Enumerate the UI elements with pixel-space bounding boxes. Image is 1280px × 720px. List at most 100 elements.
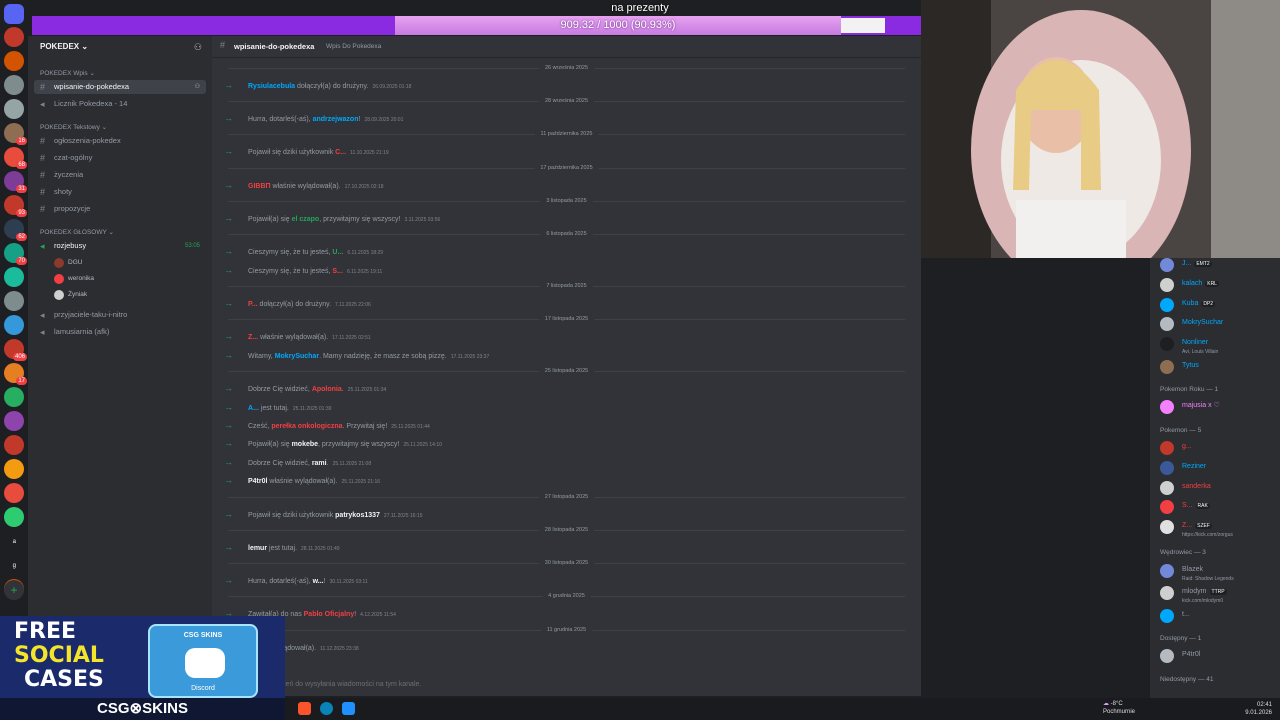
system-clock[interactable]: 02:41 9.01.2026 (1245, 701, 1272, 717)
server-icon[interactable] (4, 435, 24, 455)
server-icon[interactable] (4, 483, 24, 503)
system-message[interactable]: → Hurra, dotarleś(-aś), w...! 30.11.2025 0… (224, 574, 368, 586)
system-message[interactable]: → Pojawił się dziki użytkownik C... 11.10.… (224, 145, 389, 157)
channel-licznik-pokedexa[interactable]: ◂ Licznik Pokedexa - 14 (34, 97, 206, 111)
member-item[interactable]: g... (1160, 440, 1192, 455)
voice-channel-przyjaciele[interactable]: ◂ przyjaciele-taku-i-nitro (34, 308, 206, 322)
voice-user[interactable]: DGU (54, 257, 82, 269)
username-link[interactable]: mokebe (292, 441, 318, 448)
server-icon[interactable] (4, 315, 24, 335)
category-tekstowy[interactable]: POKEDEX Tekstowy ⌄ (40, 123, 107, 131)
channel-shoty[interactable]: # shoty (34, 185, 206, 199)
system-message[interactable]: → Cieszymy się, że tu jesteś, S... 6.11.20… (224, 264, 382, 276)
category-wpis[interactable]: POKEDEX Wpis ⌄ (40, 69, 95, 77)
server-icon[interactable]: 70 (4, 243, 27, 265)
voice-channel-rozjebusy[interactable]: ◂ rozjebusy 53:05 (34, 239, 206, 253)
server-icon[interactable] (4, 411, 24, 431)
member-item[interactable]: P4tr0l (1160, 649, 1200, 664)
system-message[interactable]: → Hurra, dotarleś(-aś), andrzejwazon! 28.0… (224, 112, 403, 124)
edge-browser-icon[interactable] (320, 702, 333, 715)
system-message[interactable]: → Witamy, MokrySuchar. Mamy nadzieję, że … (224, 349, 489, 361)
username-link[interactable]: el czapo (292, 216, 320, 223)
username-link[interactable]: perełka onkologiczna (271, 423, 342, 430)
username-link[interactable]: A... (248, 405, 259, 412)
invite-member-icon[interactable]: ⚇ (194, 42, 202, 53)
server-icon[interactable]: 406 (4, 339, 27, 361)
system-message[interactable]: → P... dołączył(a) do drużyny. 7.11.2025 2… (224, 297, 371, 309)
member-item[interactable]: sanderka (1160, 480, 1211, 495)
discord-home-icon[interactable] (4, 4, 24, 24)
username-link[interactable]: Rysiulacebula (248, 83, 295, 90)
username-link[interactable]: S... (332, 268, 343, 275)
member-item[interactable]: S... RAK (1160, 500, 1210, 515)
server-icon[interactable] (4, 51, 24, 71)
server-icon[interactable] (4, 267, 24, 287)
server-icon[interactable]: 31 (4, 171, 27, 193)
username-link[interactable]: Pablo Oficjalny (304, 611, 355, 618)
member-item[interactable]: t... (1160, 608, 1190, 623)
member-item[interactable]: mlodym TTRP kick.com/mlodym0 (1160, 586, 1227, 605)
username-link[interactable]: rami (312, 460, 327, 467)
channel-czat-ogolny[interactable]: # czat-ogólny (34, 151, 206, 165)
username-link[interactable]: P... (248, 301, 258, 308)
system-message[interactable]: → P4tr0l właśnie wylądował(a). 25.11.2025 … (224, 474, 380, 486)
channel-ogloszenia-pokedex[interactable]: # ogłoszenia-pokedex (34, 134, 206, 148)
member-item[interactable]: Kuba DP2 (1160, 297, 1216, 312)
channel-wpisanie-do-pokedexa[interactable]: # wpisanie-do-pokedexa ⚇ (34, 80, 206, 94)
voice-channel-lamusiarnia[interactable]: ◂ lamusiarnia (afk) (34, 325, 206, 339)
member-item[interactable]: Z... SZEF https://kick.com/zorgus (1160, 520, 1233, 539)
server-icon[interactable] (4, 459, 24, 479)
username-link[interactable]: Z... (248, 334, 258, 341)
system-message[interactable]: → Pojawił(a) się mokebe, przywitajmy się … (224, 437, 442, 449)
member-item[interactable]: J... EMT2 (1160, 258, 1212, 272)
system-message[interactable]: → Pojawił się dziki użytkownik patrykos13… (224, 508, 422, 520)
member-item[interactable]: MokrySuchar (1160, 317, 1223, 332)
server-icon[interactable]: a (4, 531, 24, 551)
channel-zyczenia[interactable]: # życzenia (34, 168, 206, 182)
system-message[interactable]: → Pojawił(a) się el czapo, przywitajmy si… (224, 212, 440, 224)
member-item[interactable]: majusia x ♡ (1160, 400, 1220, 415)
category-glosowy[interactable]: POKEDEX GŁOSOWY ⌄ (40, 228, 114, 236)
member-item[interactable]: Tytus (1160, 359, 1199, 374)
server-icon[interactable]: 62 (4, 219, 27, 241)
username-link[interactable]: Apolonia (312, 386, 342, 393)
member-item[interactable]: Nonliner Avi, Louis Villain (1160, 337, 1218, 356)
server-icon[interactable]: g (4, 555, 24, 575)
add-server-icon[interactable]: + (4, 580, 24, 600)
username-link[interactable]: GIBBΠ (248, 183, 271, 190)
username-link[interactable]: U... (332, 249, 343, 256)
member-item[interactable]: Reziner (1160, 460, 1206, 475)
username-link[interactable]: patrykos1337 (335, 512, 380, 519)
system-message[interactable]: → lemur jest tutaj. 28.11.2025 01:49 (224, 541, 340, 553)
weather-widget[interactable]: ☁ -8°C Pochmurnie (1103, 700, 1135, 716)
system-message[interactable]: → Rysiulacebula dołączył(a) do drużyny. 26… (224, 79, 411, 91)
username-link[interactable]: C... (335, 149, 346, 156)
brave-browser-icon[interactable] (298, 702, 311, 715)
server-icon[interactable] (4, 99, 24, 119)
notepad-icon[interactable] (342, 702, 355, 715)
server-icon[interactable] (4, 75, 24, 95)
system-message[interactable]: → A... jest tutaj. 25.11.2025 01:39 (224, 401, 331, 413)
add-member-icon[interactable]: ⚇ (195, 80, 200, 94)
username-link[interactable]: lemur (248, 545, 267, 552)
system-message[interactable]: → GIBBΠ właśnie wylądował(a). 17.10.2025 0… (224, 179, 384, 191)
system-message[interactable]: → Cieszymy się, że tu jesteś, U... 6.11.20… (224, 245, 383, 257)
member-item[interactable]: kalach KRL (1160, 277, 1219, 292)
server-icon[interactable] (4, 507, 24, 527)
system-message[interactable]: → Cześć, perełka onkologiczna. Przywitaj … (224, 419, 430, 431)
server-icon[interactable] (4, 387, 24, 407)
server-name[interactable]: POKEDEX ⌄ (40, 42, 88, 51)
system-message[interactable]: → Dobrze Cię widzieć, rami. 25.11.2025 21:… (224, 456, 371, 468)
server-icon[interactable] (4, 27, 24, 47)
username-link[interactable]: w... (313, 578, 324, 585)
voice-user[interactable]: Żyniak (54, 289, 87, 301)
message-list[interactable]: 26 września 2025 → Rysiulacebula dołączył(… (212, 58, 921, 675)
server-icon[interactable]: 93 (4, 195, 27, 217)
voice-user[interactable]: weronika (54, 273, 94, 285)
system-message[interactable]: → Dobrze Cię widzieć, Apolonia. 25.11.2025… (224, 382, 386, 394)
server-icon[interactable] (4, 291, 24, 311)
username-link[interactable]: MokrySuchar (275, 353, 319, 360)
server-icon[interactable]: 17 (4, 363, 27, 385)
system-message[interactable]: → Z... właśnie wylądował(a). 17.11.2025 02… (224, 330, 371, 342)
server-icon[interactable]: 16 (4, 123, 27, 145)
